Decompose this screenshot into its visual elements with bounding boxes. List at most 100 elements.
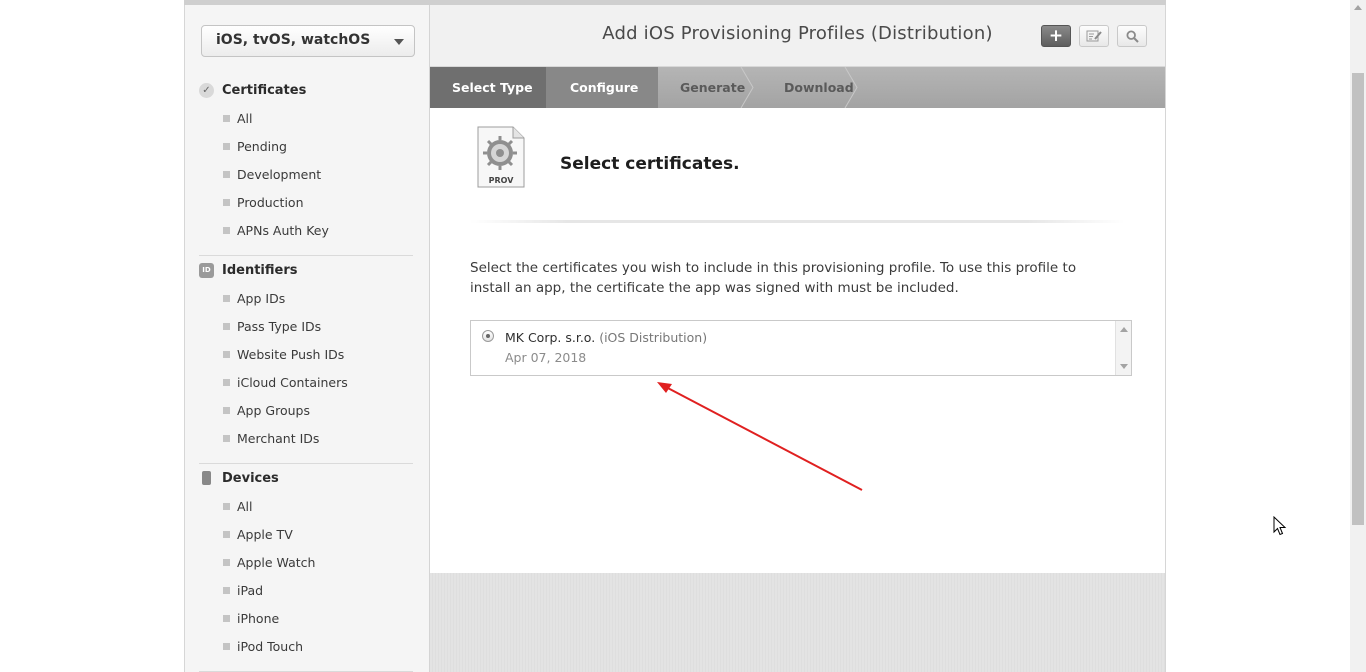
- bullet-icon: [223, 378, 230, 386]
- sidebar-heading-label: Certificates: [222, 82, 307, 98]
- scroll-down-icon[interactable]: [1120, 364, 1128, 369]
- sidebar-item-apple-tv[interactable]: Apple TV: [199, 520, 413, 548]
- footer-band: [430, 573, 1165, 672]
- sidebar-item-certificates-apns-auth-key[interactable]: APNs Auth Key: [199, 216, 413, 244]
- prov-icon-label: PROV: [489, 176, 515, 185]
- certificate-name-text: MK Corp. s.r.o.: [505, 330, 596, 345]
- platform-select-label: iOS, tvOS, watchOS: [216, 32, 371, 48]
- bullet-icon: [223, 586, 230, 594]
- sidebar-item-label: Production: [237, 194, 304, 210]
- bullet-icon: [223, 226, 230, 234]
- edit-icon: [1086, 30, 1102, 42]
- sidebar-item-icloud-containers[interactable]: iCloud Containers: [199, 368, 413, 396]
- sidebar-heading-label: Identifiers: [222, 262, 298, 278]
- certificate-radio[interactable]: [482, 330, 494, 342]
- bullet-icon: [223, 322, 230, 330]
- sidebar-item-label: Website Push IDs: [237, 346, 345, 362]
- sidebar-item-label: APNs Auth Key: [237, 222, 329, 238]
- sidebar-item-merchant-ids[interactable]: Merchant IDs: [199, 424, 413, 452]
- id-icon: ID: [199, 262, 214, 278]
- step-label: Select Type: [452, 80, 533, 95]
- platform-select[interactable]: iOS, tvOS, watchOS: [201, 25, 415, 57]
- sidebar-item-app-groups[interactable]: App Groups: [199, 396, 413, 424]
- sidebar-heading-identifiers[interactable]: ID Identifiers: [199, 256, 413, 284]
- scroll-up-icon[interactable]: [1120, 327, 1128, 332]
- bullet-icon: [223, 642, 230, 650]
- section-title: Select certificates.: [560, 154, 740, 174]
- sidebar: iOS, tvOS, watchOS ✓ Certificates All Pe…: [185, 5, 430, 672]
- content-area: PROV Select certificates. Select the cer…: [430, 108, 1165, 573]
- sidebar-item-app-ids[interactable]: App IDs: [199, 284, 413, 312]
- sidebar-item-iphone[interactable]: iPhone: [199, 604, 413, 632]
- sidebar-item-certificates-pending[interactable]: Pending: [199, 132, 413, 160]
- certificate-icon: ✓: [199, 82, 214, 98]
- browser-viewport: iOS, tvOS, watchOS ✓ Certificates All Pe…: [0, 0, 1366, 672]
- scrollbar-thumb[interactable]: [1352, 73, 1364, 525]
- provisioning-profile-icon: PROV: [477, 126, 525, 188]
- sidebar-item-label: All: [237, 498, 253, 514]
- bullet-icon: [223, 530, 230, 538]
- step-label: Generate: [680, 80, 746, 95]
- window-scrollbar[interactable]: [1350, 0, 1366, 672]
- sidebar-section-identifiers: ID Identifiers App IDs Pass Type IDs Web…: [199, 256, 413, 452]
- bullet-icon: [223, 406, 230, 414]
- bullet-icon: [223, 170, 230, 178]
- section-divider: [470, 220, 1125, 223]
- sidebar-item-label: Pass Type IDs: [237, 318, 322, 334]
- sidebar-item-certificates-production[interactable]: Production: [199, 188, 413, 216]
- step-separator: [740, 67, 754, 108]
- sidebar-item-label: Apple TV: [237, 526, 293, 542]
- certificate-list[interactable]: MK Corp. s.r.o. (iOS Distribution) Apr 0…: [470, 320, 1132, 376]
- sidebar-item-certificates-all[interactable]: All: [199, 104, 413, 132]
- sidebar-item-label: iPad: [237, 582, 264, 598]
- bullet-icon: [223, 198, 230, 206]
- sidebar-item-label: Development: [237, 166, 322, 182]
- step-configure[interactable]: Configure: [546, 67, 658, 108]
- wizard-steps: Select Type Configure Generate Download: [430, 67, 1165, 108]
- edit-button[interactable]: [1079, 25, 1109, 47]
- sidebar-item-label: Merchant IDs: [237, 430, 320, 446]
- chevron-down-icon: [394, 39, 404, 45]
- sidebar-item-website-push-ids[interactable]: Website Push IDs: [199, 340, 413, 368]
- mouse-cursor-icon: [1273, 516, 1287, 536]
- bullet-icon: [223, 114, 230, 122]
- certificate-name[interactable]: MK Corp. s.r.o. (iOS Distribution): [505, 330, 707, 345]
- sidebar-item-ipod-touch[interactable]: iPod Touch: [199, 632, 413, 660]
- sidebar-item-apple-watch[interactable]: Apple Watch: [199, 548, 413, 576]
- sidebar-item-label: iPod Touch: [237, 638, 303, 654]
- sidebar-heading-label: Devices: [222, 470, 279, 486]
- sidebar-item-certificates-development[interactable]: Development: [199, 160, 413, 188]
- description-text: Select the certificates you wish to incl…: [470, 260, 1077, 296]
- bullet-icon: [223, 350, 230, 358]
- step-chevron: [646, 67, 658, 107]
- bullet-icon: [223, 614, 230, 622]
- certificate-list-scrollbar[interactable]: [1115, 321, 1131, 375]
- device-icon: [202, 471, 211, 485]
- sidebar-item-label: iPhone: [237, 610, 280, 626]
- sidebar-item-devices-all[interactable]: All: [199, 492, 413, 520]
- sidebar-item-label: App Groups: [237, 402, 310, 418]
- sidebar-section-certificates: ✓ Certificates All Pending Development P…: [199, 76, 413, 244]
- bullet-icon: [223, 294, 230, 302]
- certificate-date: Apr 07, 2018: [505, 350, 587, 365]
- sidebar-heading-certificates[interactable]: ✓ Certificates: [199, 76, 413, 104]
- sidebar-item-label: Pending: [237, 138, 287, 154]
- scroll-up-icon[interactable]: [1354, 5, 1362, 10]
- bullet-icon: [223, 434, 230, 442]
- sidebar-item-pass-type-ids[interactable]: Pass Type IDs: [199, 312, 413, 340]
- sidebar-item-label: App IDs: [237, 290, 286, 306]
- sidebar-item-label: iCloud Containers: [237, 374, 348, 390]
- step-separator: [844, 67, 858, 108]
- step-select-type[interactable]: Select Type: [430, 67, 546, 108]
- step-label: Configure: [570, 80, 639, 95]
- main-panel: Add iOS Provisioning Profiles (Distribut…: [430, 5, 1165, 672]
- sidebar-item-label: Apple Watch: [237, 554, 316, 570]
- sidebar-heading-devices[interactable]: Devices: [199, 464, 413, 492]
- title-bar: Add iOS Provisioning Profiles (Distribut…: [430, 5, 1165, 67]
- bullet-icon: [223, 142, 230, 150]
- sidebar-section-devices: Devices All Apple TV Apple Watch iPad iP…: [199, 464, 413, 660]
- search-icon: [1125, 29, 1139, 43]
- sidebar-item-ipad[interactable]: iPad: [199, 576, 413, 604]
- add-button[interactable]: +: [1041, 25, 1071, 47]
- search-button[interactable]: [1117, 25, 1147, 47]
